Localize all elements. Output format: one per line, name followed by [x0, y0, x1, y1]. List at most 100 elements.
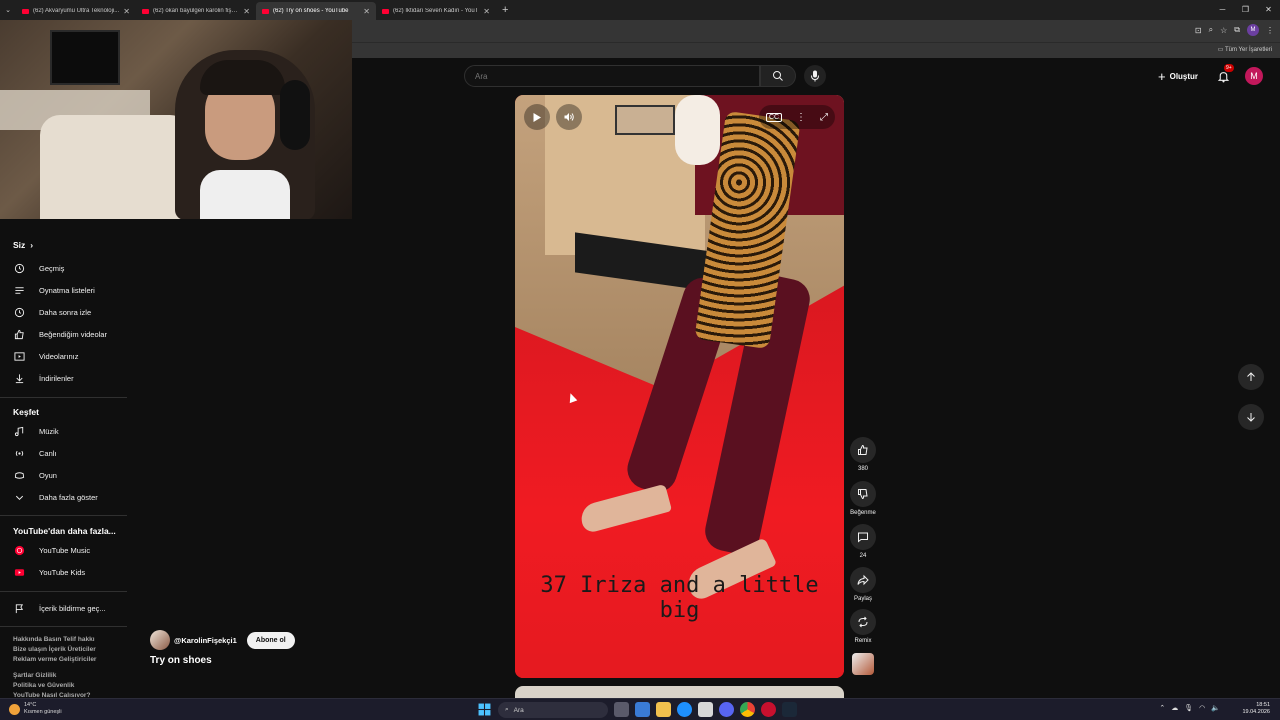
file-explorer-icon[interactable]: [656, 702, 671, 717]
fullscreen-icon[interactable]: ⤢: [820, 112, 828, 123]
like-count: 380: [857, 466, 868, 472]
windows-taskbar: 14°C Kısmen güneşli ⌕ Ara ⌃ ☁ 🎙 ◠ 🔈 18:5…: [0, 698, 1280, 720]
steam-icon[interactable]: [782, 702, 797, 717]
next-short-preview[interactable]: [515, 686, 844, 698]
remix-action[interactable]: Remix: [848, 609, 878, 644]
like-action[interactable]: 380: [848, 437, 878, 472]
channel-name[interactable]: @KarolinFişekçi1: [174, 636, 237, 645]
browser-tab-2[interactable]: (62) okan bayülgen karolin fişe... ✕: [136, 2, 256, 20]
channel-info: @KarolinFişekçi1 Abone ol: [150, 630, 295, 650]
taskbar-search[interactable]: ⌕ Ara: [498, 702, 608, 718]
notifications-button[interactable]: 9+: [1214, 64, 1234, 85]
search-button[interactable]: [760, 65, 796, 87]
minimize-icon[interactable]: ─: [1211, 0, 1234, 20]
maximize-icon[interactable]: ❐: [1234, 0, 1257, 20]
browser-tab-3[interactable]: (62) Try on shoes - YouTube ✕: [256, 2, 376, 20]
sidebar-item-liked-videos[interactable]: Beğendiğim videolar: [0, 323, 128, 345]
app-icon[interactable]: [761, 702, 776, 717]
sidebar-item-gaming[interactable]: Oyun: [0, 464, 128, 486]
footer-line[interactable]: YouTube Nasıl Çalışıyor?: [13, 691, 123, 697]
remix-button[interactable]: [850, 609, 876, 635]
discord-icon[interactable]: [719, 702, 734, 717]
tray-chevron-icon[interactable]: ⌃: [1159, 704, 1165, 712]
install-icon[interactable]: ⊡: [1195, 26, 1202, 35]
mic-tray-icon[interactable]: 🎙: [1184, 704, 1193, 712]
footer-line[interactable]: Bize ulaşın İçerik Üreticiler: [13, 645, 123, 655]
sidebar-item-show-more[interactable]: Daha fazla göster: [0, 486, 128, 508]
sidebar-item-history[interactable]: Geçmiş: [0, 257, 128, 279]
channel-avatar[interactable]: [150, 630, 170, 650]
sidebar-divider: [0, 397, 127, 398]
close-tab-icon[interactable]: ✕: [483, 7, 490, 16]
profile-avatar[interactable]: M: [1247, 24, 1259, 36]
extensions-icon[interactable]: ⧉: [1234, 25, 1240, 35]
sidebar-item-playlists[interactable]: Oynatma listeleri: [0, 279, 128, 301]
store-icon[interactable]: [698, 702, 713, 717]
all-bookmarks[interactable]: ▭ Tüm Yer İşaretleri: [1218, 46, 1272, 53]
windows-start-icon[interactable]: [478, 703, 491, 716]
close-tab-icon[interactable]: ✕: [243, 7, 250, 16]
flag-icon: [13, 602, 26, 615]
more-options-icon[interactable]: ⋮: [796, 112, 806, 123]
task-view-icon[interactable]: [614, 702, 629, 717]
close-window-icon[interactable]: ✕: [1257, 0, 1280, 20]
sidebar-explore-title: Keşfet: [13, 407, 39, 417]
sidebar-item-watch-later[interactable]: Daha sonra izle: [0, 301, 128, 323]
wifi-icon[interactable]: ◠: [1199, 704, 1205, 712]
edge-icon[interactable]: [677, 702, 692, 717]
volume-button[interactable]: [556, 104, 582, 130]
bookmark-star-icon[interactable]: ☆: [1220, 26, 1227, 35]
sidebar-more-title: YouTube'dan daha fazla...: [13, 526, 116, 536]
sound-thumbnail[interactable]: [852, 653, 874, 675]
chrome-icon[interactable]: [740, 702, 755, 717]
next-short-button[interactable]: [1238, 404, 1264, 430]
comment-button[interactable]: [850, 524, 876, 550]
captions-icon[interactable]: CC: [765, 112, 783, 122]
play-button[interactable]: [524, 104, 550, 130]
browser-tab-1[interactable]: (62) Akvaryumu Ultra Teknoloji... ✕: [16, 2, 136, 20]
footer-line[interactable]: Politika ve Güvenlik: [13, 681, 123, 691]
sidebar-item-downloads[interactable]: İndirilenler: [0, 367, 128, 389]
dislike-button[interactable]: [850, 481, 876, 507]
search-icon: [773, 71, 783, 81]
sidebar-item-youtube-kids[interactable]: YouTube Kids: [0, 561, 128, 583]
webcam-tv: [50, 30, 120, 85]
zoom-icon[interactable]: ⌕: [1209, 25, 1213, 35]
taskbar-clock[interactable]: 18:51 19.04.2026: [1242, 702, 1270, 716]
network-icon[interactable]: ☁: [1171, 704, 1178, 712]
menu-dots-icon[interactable]: ⋮: [1266, 26, 1274, 35]
sidebar-item-live[interactable]: Canlı: [0, 442, 128, 464]
previous-short-button[interactable]: [1238, 364, 1264, 390]
comment-action[interactable]: 24: [848, 524, 878, 559]
tab-title: (62) Try on shoes - YouTube: [273, 8, 349, 14]
footer-line[interactable]: Şartlar Gizlilik: [13, 671, 123, 681]
share-button[interactable]: [850, 567, 876, 593]
dislike-action[interactable]: Beğenme: [848, 481, 878, 516]
like-button[interactable]: [850, 437, 876, 463]
speaker-icon[interactable]: 🔈: [1211, 704, 1220, 712]
footer-line[interactable]: Reklam verme Geliştiriciler: [13, 655, 123, 665]
sidebar-item-report-history[interactable]: İçerik bildirme geç...: [0, 597, 128, 619]
account-avatar[interactable]: M: [1245, 67, 1263, 85]
close-tab-icon[interactable]: ✕: [363, 7, 370, 16]
tab-title: (62) Akvaryumu Ultra Teknoloji...: [33, 8, 120, 14]
copilot-icon[interactable]: [635, 702, 650, 717]
sidebar-item-music[interactable]: Müzik: [0, 420, 128, 442]
clock-date: 19.04.2026: [1242, 709, 1270, 715]
footer-line[interactable]: Hakkında Basın Telif hakkı: [13, 635, 123, 645]
sidebar-you-header[interactable]: Siz ›: [13, 240, 33, 250]
sidebar-item-youtube-music[interactable]: YouTube Music: [0, 539, 128, 561]
new-tab-icon[interactable]: +: [502, 4, 508, 16]
weather-widget[interactable]: 14°C Kısmen güneşli: [9, 702, 62, 716]
sidebar-item-your-videos[interactable]: Videolarınız: [0, 345, 128, 367]
subscribe-button[interactable]: Abone ol: [246, 631, 295, 649]
voice-search-button[interactable]: [804, 65, 826, 87]
search-input[interactable]: [465, 66, 759, 87]
create-button[interactable]: + Oluştur: [1152, 66, 1204, 86]
share-action[interactable]: Paylaş: [848, 567, 878, 602]
share-icon: [857, 574, 869, 586]
tab-search-icon[interactable]: ⌄: [0, 6, 16, 14]
short-video-player[interactable]: 37 Iriza and a little big CC ⋮ ⤢: [515, 95, 844, 678]
browser-tab-4[interactable]: (62) İktidarı Seven Kadın - YouT ✕: [376, 2, 496, 20]
close-tab-icon[interactable]: ✕: [123, 7, 130, 16]
